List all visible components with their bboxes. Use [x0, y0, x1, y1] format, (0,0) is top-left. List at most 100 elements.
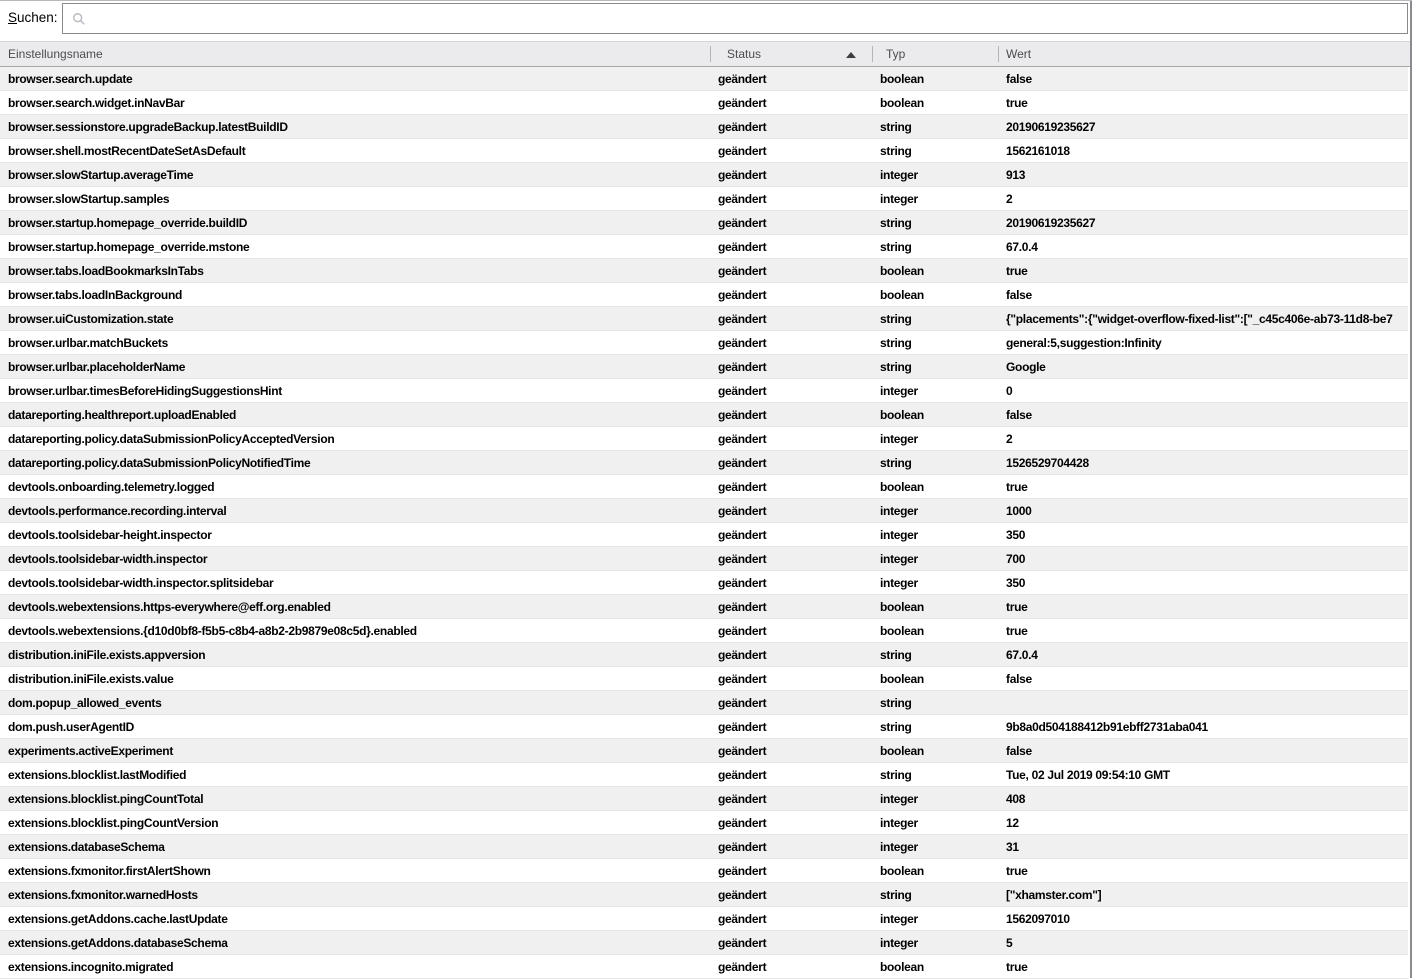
pref-value: 12	[998, 816, 1408, 830]
table-row[interactable]: extensions.getAddons.databaseSchema geän…	[0, 931, 1408, 955]
pref-type: integer	[872, 912, 998, 926]
table-row[interactable]: browser.uiCustomization.state geändert s…	[0, 307, 1408, 331]
pref-name: devtools.toolsidebar-height.inspector	[0, 528, 710, 542]
pref-value: 67.0.4	[998, 648, 1408, 662]
pref-name: distribution.iniFile.exists.value	[0, 672, 710, 686]
pref-name: devtools.toolsidebar-width.inspector.spl…	[0, 576, 710, 590]
pref-value: 31	[998, 840, 1408, 854]
table-row[interactable]: browser.urlbar.matchBuckets geändert str…	[0, 331, 1408, 355]
table-row[interactable]: extensions.fxmonitor.warnedHosts geänder…	[0, 883, 1408, 907]
table-row[interactable]: extensions.fxmonitor.firstAlertShown geä…	[0, 859, 1408, 883]
table-row[interactable]: browser.tabs.loadInBackground geändert b…	[0, 283, 1408, 307]
pref-value: false	[998, 672, 1408, 686]
pref-type: integer	[872, 432, 998, 446]
pref-value: 67.0.4	[998, 240, 1408, 254]
search-input[interactable]	[63, 4, 1407, 33]
pref-type: string	[872, 312, 998, 326]
pref-value: Tue, 02 Jul 2019 09:54:10 GMT	[998, 768, 1408, 782]
pref-type: string	[872, 696, 998, 710]
pref-value: 350	[998, 576, 1408, 590]
table-row[interactable]: datareporting.healthreport.uploadEnabled…	[0, 403, 1408, 427]
table-row[interactable]: devtools.webextensions.{d10d0bf8-f5b5-c8…	[0, 619, 1408, 643]
table-row[interactable]: browser.urlbar.timesBeforeHidingSuggesti…	[0, 379, 1408, 403]
table-row[interactable]: devtools.toolsidebar-width.inspector geä…	[0, 547, 1408, 571]
pref-name: extensions.blocklist.pingCountTotal	[0, 792, 710, 806]
pref-name: browser.tabs.loadBookmarksInTabs	[0, 264, 710, 278]
table-row[interactable]: distribution.iniFile.exists.value geände…	[0, 667, 1408, 691]
table-row[interactable]: experiments.activeExperiment geändert bo…	[0, 739, 1408, 763]
table-row[interactable]: browser.startup.homepage_override.buildI…	[0, 211, 1408, 235]
pref-type: integer	[872, 840, 998, 854]
pref-type: string	[872, 144, 998, 158]
table-row[interactable]: browser.shell.mostRecentDateSetAsDefault…	[0, 139, 1408, 163]
table-row[interactable]: browser.search.widget.inNavBar geändert …	[0, 91, 1408, 115]
pref-name: extensions.incognito.migrated	[0, 960, 710, 974]
pref-type: string	[872, 720, 998, 734]
pref-type: integer	[872, 192, 998, 206]
pref-name: devtools.webextensions.{d10d0bf8-f5b5-c8…	[0, 624, 710, 638]
pref-type: boolean	[872, 624, 998, 638]
pref-type: boolean	[872, 672, 998, 686]
table-row[interactable]: extensions.blocklist.lastModified geände…	[0, 763, 1408, 787]
table-row[interactable]: dom.popup_allowed_events geändert string	[0, 691, 1408, 715]
pref-name: extensions.fxmonitor.firstAlertShown	[0, 864, 710, 878]
pref-type: boolean	[872, 960, 998, 974]
table-row[interactable]: datareporting.policy.dataSubmissionPolic…	[0, 427, 1408, 451]
column-header-wert[interactable]: Wert	[998, 42, 1408, 66]
pref-type: string	[872, 216, 998, 230]
pref-type: boolean	[872, 744, 998, 758]
pref-status: geändert	[710, 840, 872, 854]
table-row[interactable]: devtools.toolsidebar-height.inspector ge…	[0, 523, 1408, 547]
pref-name: extensions.databaseSchema	[0, 840, 710, 854]
pref-name: browser.shell.mostRecentDateSetAsDefault	[0, 144, 710, 158]
pref-status: geändert	[710, 864, 872, 878]
pref-status: geändert	[710, 888, 872, 902]
pref-type: boolean	[872, 480, 998, 494]
table-row[interactable]: browser.tabs.loadBookmarksInTabs geänder…	[0, 259, 1408, 283]
pref-value: {"placements":{"widget-overflow-fixed-li…	[998, 312, 1408, 326]
pref-type: boolean	[872, 288, 998, 302]
pref-value: true	[998, 480, 1408, 494]
pref-value: 913	[998, 168, 1408, 182]
pref-type: boolean	[872, 72, 998, 86]
pref-value: true	[998, 264, 1408, 278]
search-label: Suchen:	[8, 10, 58, 25]
pref-type: integer	[872, 576, 998, 590]
pref-type: integer	[872, 552, 998, 566]
about-config-page: Suchen: Einstellungsname Status Typ Wert…	[0, 0, 1412, 978]
table-row[interactable]: dom.push.userAgentID geändert string 9b8…	[0, 715, 1408, 739]
table-row[interactable]: extensions.blocklist.pingCountVersion ge…	[0, 811, 1408, 835]
pref-type: boolean	[872, 864, 998, 878]
search-box[interactable]	[62, 3, 1408, 34]
table-row[interactable]: browser.slowStartup.averageTime geändert…	[0, 163, 1408, 187]
pref-status: geändert	[710, 696, 872, 710]
pref-status: geändert	[710, 456, 872, 470]
column-header-einstellungsname[interactable]: Einstellungsname	[0, 42, 710, 66]
table-row[interactable]: devtools.toolsidebar-width.inspector.spl…	[0, 571, 1408, 595]
table-row[interactable]: extensions.incognito.migrated geändert b…	[0, 955, 1408, 979]
table-row[interactable]: datareporting.policy.dataSubmissionPolic…	[0, 451, 1408, 475]
table-row[interactable]: browser.urlbar.placeholderName geändert …	[0, 355, 1408, 379]
pref-value: Google	[998, 360, 1408, 374]
table-row[interactable]: devtools.onboarding.telemetry.logged geä…	[0, 475, 1408, 499]
table-row[interactable]: devtools.webextensions.https-everywhere@…	[0, 595, 1408, 619]
pref-status: geändert	[710, 528, 872, 542]
pref-type: string	[872, 336, 998, 350]
table-row[interactable]: browser.startup.homepage_override.mstone…	[0, 235, 1408, 259]
table-row[interactable]: distribution.iniFile.exists.appversion g…	[0, 643, 1408, 667]
table-row[interactable]: extensions.getAddons.cache.lastUpdate ge…	[0, 907, 1408, 931]
pref-status: geändert	[710, 720, 872, 734]
pref-value: 408	[998, 792, 1408, 806]
table-row[interactable]: extensions.databaseSchema geändert integ…	[0, 835, 1408, 859]
table-row[interactable]: devtools.performance.recording.interval …	[0, 499, 1408, 523]
column-header-typ[interactable]: Typ	[872, 42, 998, 66]
table-row[interactable]: extensions.blocklist.pingCountTotal geän…	[0, 787, 1408, 811]
pref-type: integer	[872, 384, 998, 398]
table-row[interactable]: browser.sessionstore.upgradeBackup.lates…	[0, 115, 1408, 139]
pref-name: extensions.getAddons.cache.lastUpdate	[0, 912, 710, 926]
column-separator	[872, 46, 873, 62]
table-row[interactable]: browser.search.update geändert boolean f…	[0, 67, 1408, 91]
pref-name: datareporting.healthreport.uploadEnabled	[0, 408, 710, 422]
table-row[interactable]: browser.slowStartup.samples geändert int…	[0, 187, 1408, 211]
pref-name: dom.popup_allowed_events	[0, 696, 710, 710]
